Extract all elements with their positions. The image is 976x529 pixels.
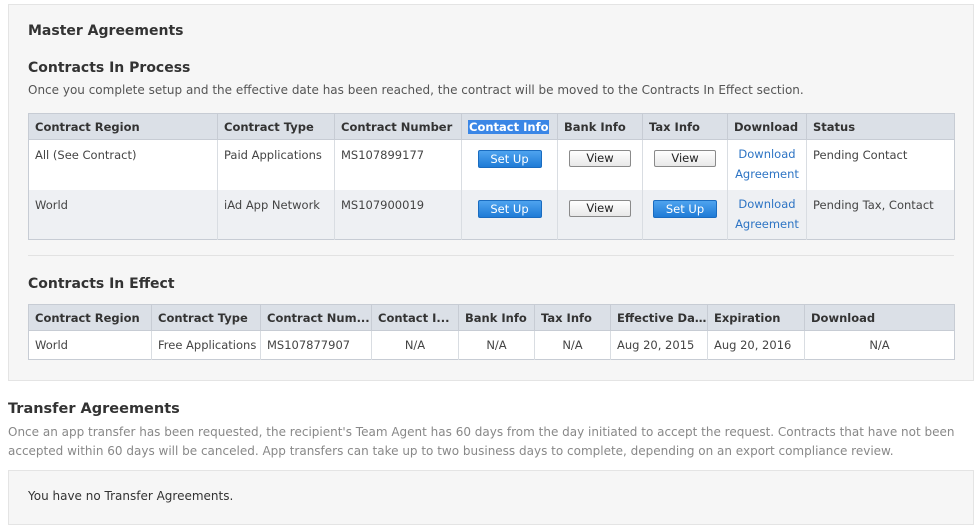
contracts-in-process-table: Contract Region Contract Type Contract N… bbox=[28, 113, 955, 240]
selected-text: Contact Info bbox=[468, 119, 550, 134]
bank-info-view-button[interactable]: View bbox=[569, 199, 631, 217]
column-header-effective-date[interactable]: Effective Date bbox=[610, 304, 708, 331]
download-agreement-link[interactable]: Download Agreement bbox=[728, 194, 806, 234]
column-header-download[interactable]: Download bbox=[804, 304, 955, 331]
contact-info-setup-button[interactable]: Set Up bbox=[477, 150, 542, 168]
column-header-contract-region[interactable]: Contract Region bbox=[28, 113, 218, 140]
cell-contract-type: Paid Applications bbox=[217, 139, 335, 190]
section-divider bbox=[28, 255, 954, 256]
column-header-tax-info[interactable]: Tax Info bbox=[534, 304, 611, 331]
cell-tax-info: N/A bbox=[534, 330, 611, 360]
download-agreement-link[interactable]: Download Agreement bbox=[728, 144, 806, 184]
column-header-expiration[interactable]: Expiration bbox=[707, 304, 805, 331]
column-header-contract-region[interactable]: Contract Region bbox=[28, 304, 152, 331]
cell-effective-date: Aug 20, 2015 bbox=[610, 330, 708, 360]
cell-contact-info: N/A bbox=[371, 330, 459, 360]
column-header-status[interactable]: Status bbox=[806, 113, 955, 140]
cell-download: N/A bbox=[869, 338, 890, 352]
table-header-row: Contract Region Contract Type Contract N… bbox=[28, 113, 955, 140]
cell-contract-type: iAd App Network bbox=[217, 189, 335, 240]
column-header-contact-info[interactable]: Contact Info bbox=[461, 113, 558, 140]
transfer-description-line2: accepted within 60 days will be canceled… bbox=[8, 444, 894, 458]
table-header-row: Contract Region Contract Type Contract N… bbox=[28, 304, 955, 331]
contracts-in-effect-title: Contracts In Effect bbox=[28, 276, 175, 292]
table-row: World iAd App Network MS107900019 Set Up… bbox=[28, 189, 955, 240]
cell-status: Pending Tax, Contact bbox=[806, 189, 955, 240]
cell-bank-info: N/A bbox=[458, 330, 535, 360]
master-agreements-title: Master Agreements bbox=[28, 23, 184, 39]
cell-status: Pending Contact bbox=[813, 148, 908, 162]
download-link-line2[interactable]: Agreement bbox=[728, 164, 806, 184]
download-link-line2[interactable]: Agreement bbox=[728, 214, 806, 234]
bank-info-view-button[interactable]: View bbox=[569, 150, 631, 167]
column-header-bank-info[interactable]: Bank Info bbox=[458, 304, 535, 331]
contracts-in-effect-table: Contract Region Contract Type Contract N… bbox=[28, 304, 955, 360]
transfer-agreements-title: Transfer Agreements bbox=[8, 401, 180, 417]
column-header-contract-type[interactable]: Contract Type bbox=[151, 304, 261, 331]
tax-info-setup-button[interactable]: Set Up bbox=[653, 199, 717, 218]
transfer-agreements-description: Once an app transfer has been requested,… bbox=[8, 423, 955, 461]
tax-info-view-button[interactable]: View bbox=[654, 150, 716, 167]
cell-contract-number: MS107900019 bbox=[334, 189, 462, 240]
download-link-line1[interactable]: Download bbox=[728, 144, 806, 164]
column-header-contract-number[interactable]: Contract Num... bbox=[260, 304, 372, 331]
contracts-in-process-description: Once you complete setup and the effectiv… bbox=[28, 83, 804, 97]
cell-contract-region: All (See Contract) bbox=[28, 139, 218, 190]
download-link-line1[interactable]: Download bbox=[728, 194, 806, 214]
cell-contract-region: World bbox=[28, 189, 218, 240]
table-row: World Free Applications MS107877907 N/A … bbox=[28, 330, 955, 360]
contact-info-setup-button[interactable]: Set Up bbox=[477, 199, 542, 218]
no-transfer-agreements-message: You have no Transfer Agreements. bbox=[28, 489, 234, 503]
cell-contract-number: MS107899177 bbox=[334, 139, 462, 190]
column-header-contract-type[interactable]: Contract Type bbox=[217, 113, 335, 140]
contracts-in-process-title: Contracts In Process bbox=[28, 60, 191, 76]
cell-contract-region: World bbox=[28, 330, 152, 360]
cell-contract-number: MS107877907 bbox=[260, 330, 372, 360]
column-header-contact-info[interactable]: Contact I... bbox=[371, 304, 459, 331]
cell-contract-type: Free Applications bbox=[151, 330, 261, 360]
column-header-bank-info[interactable]: Bank Info bbox=[557, 113, 643, 140]
table-row: All (See Contract) Paid Applications MS1… bbox=[28, 139, 955, 190]
cell-expiration: Aug 20, 2016 bbox=[707, 330, 805, 360]
transfer-agreements-box: You have no Transfer Agreements. bbox=[8, 470, 974, 525]
column-header-contract-number[interactable]: Contract Number bbox=[334, 113, 462, 140]
column-header-download[interactable]: Download bbox=[727, 113, 807, 140]
transfer-description-line1: Once an app transfer has been requested,… bbox=[8, 425, 955, 439]
column-header-tax-info[interactable]: Tax Info bbox=[642, 113, 728, 140]
